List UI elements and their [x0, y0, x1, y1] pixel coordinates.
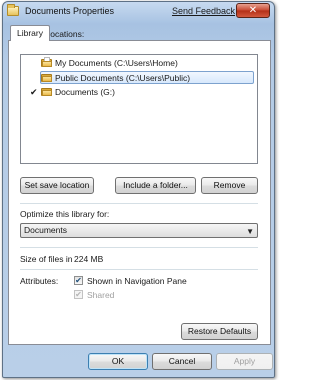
default-location-check-icon: ✔ [30, 87, 38, 97]
divider [20, 203, 258, 204]
library-locations-list[interactable]: My Documents (C:\Users\Home) Public Docu… [20, 54, 258, 164]
optimize-dropdown[interactable]: Documents ▼ [20, 223, 258, 238]
size-label: Size of files in [20, 254, 73, 264]
include-folder-button[interactable]: Include a folder... [115, 177, 196, 194]
restore-defaults-button[interactable]: Restore Defaults [181, 323, 258, 340]
dialog-client-area: Library Library locations: My Documents … [8, 25, 271, 347]
shown-in-nav-checkbox[interactable]: ✔ [74, 276, 83, 285]
location-label: Public Documents (C:\Users\Public) [55, 73, 191, 83]
close-button[interactable]: ✕ [236, 3, 270, 18]
check-icon: ✔ [75, 290, 82, 299]
tab-library[interactable]: Library [10, 25, 50, 41]
size-value: 224 MB [74, 254, 104, 264]
folder-icon [41, 57, 52, 67]
folder-icon [41, 87, 52, 96]
cancel-button[interactable]: Cancel [152, 353, 212, 370]
shared-label: Shared [87, 290, 115, 300]
chevron-down-icon: ▼ [246, 227, 254, 236]
folder-icon [41, 73, 52, 82]
library-tab-panel: Library locations: My Documents (C:\User… [8, 29, 271, 345]
properties-window: Documents Properties Send Feedback ✕ Lib… [2, 1, 275, 378]
divider [20, 247, 258, 248]
list-item[interactable]: My Documents (C:\Users\Home) [41, 57, 255, 70]
remove-button[interactable]: Remove [201, 177, 258, 194]
shown-in-nav-label: Shown in Navigation Pane [87, 276, 187, 286]
list-item[interactable]: ✔ Documents (G:) [30, 86, 255, 99]
close-icon: ✕ [248, 5, 258, 16]
ok-button[interactable]: OK [88, 353, 148, 370]
location-label: My Documents (C:\Users\Home) [55, 58, 178, 68]
list-item-selected[interactable]: Public Documents (C:\Users\Public) [40, 71, 254, 84]
window-title: Documents Properties [25, 6, 115, 16]
send-feedback-link[interactable]: Send Feedback [172, 6, 235, 16]
dialog-button-bar: OK Cancel Apply [3, 347, 274, 377]
library-folder-icon [7, 4, 19, 16]
set-save-location-button[interactable]: Set save location [20, 177, 94, 194]
optimize-label: Optimize this library for: [20, 209, 110, 219]
apply-button: Apply [216, 353, 273, 370]
divider [20, 269, 258, 270]
title-bar[interactable]: Documents Properties Send Feedback ✕ [3, 2, 274, 22]
check-icon: ✔ [75, 276, 82, 285]
optimize-selected-value: Documents [24, 225, 67, 235]
location-label: Documents (G:) [55, 87, 115, 97]
shared-checkbox: ✔ [74, 290, 83, 299]
attributes-label: Attributes: [20, 276, 59, 286]
